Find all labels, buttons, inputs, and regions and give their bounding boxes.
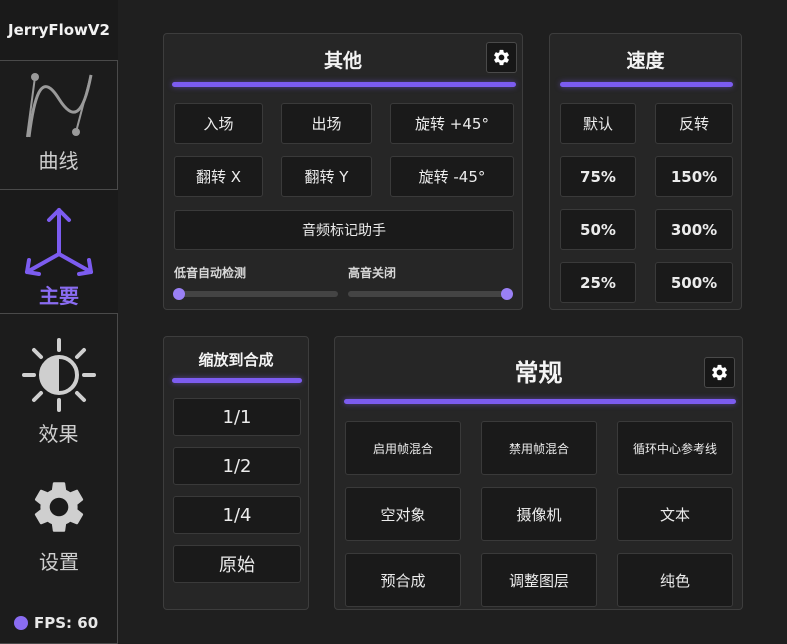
slider-label-treble: 高音关闭 [348,266,397,280]
arrows-icon [17,204,101,280]
sidebar-item-label: 效果 [38,422,79,446]
fit-1-2-button[interactable]: 1/2 [173,447,301,485]
fps-label: FPS: 60 [34,614,99,632]
panel-title: 缩放到合成 [198,351,274,369]
slider-label-bass: 低音自动检测 [174,266,247,280]
panel-title: 常规 [514,359,563,387]
gear-icon [28,476,90,542]
speed-150-button[interactable]: 150% [655,156,733,197]
panel-title: 速度 [626,50,665,72]
exit-button[interactable]: 出场 [281,103,372,144]
panel-accent-bar [172,82,516,87]
sidebar-item-main[interactable]: 主要 [0,200,118,310]
sidebar-item-settings[interactable]: 设置 [0,476,118,576]
general-settings-button[interactable] [704,357,735,388]
bass-slider-track[interactable] [176,291,338,297]
speed-300-button[interactable]: 300% [655,209,733,250]
panel-title: 其他 [323,50,362,72]
speed-50-button[interactable]: 50% [560,209,636,250]
speed-75-button[interactable]: 75% [560,156,636,197]
panel-other: 其他 入场 出场 旋转 +45° 翻转 X 翻转 Y 旋转 -45° 音频标记助… [163,33,523,310]
fit-original-button[interactable]: 原始 [173,545,301,583]
adjustment-layer-button[interactable]: 调整图层 [481,553,597,607]
contrast-sun-icon [21,338,96,416]
null-object-button[interactable]: 空对象 [345,487,461,541]
cycle-center-guide-button[interactable]: 循环中心参考线 [617,421,733,475]
other-settings-button[interactable] [486,42,517,73]
solid-button[interactable]: 纯色 [617,553,733,607]
sidebar-item-label: 曲线 [38,149,79,173]
panel-fit-to-comp: 缩放到合成 1/1 1/2 1/4 原始 [163,336,309,610]
panel-general: 常规 启用帧混合 禁用帧混合 循环中心参考线 空对象 摄像机 文本 预合成 调整… [334,336,743,610]
precompose-button[interactable]: 预合成 [345,553,461,607]
sidebar-item-label: 设置 [39,550,79,574]
rotate-minus-45-button[interactable]: 旋转 -45° [390,156,514,197]
rotate-plus-45-button[interactable]: 旋转 +45° [390,103,514,144]
speed-500-button[interactable]: 500% [655,262,733,303]
fps-indicator: FPS: 60 [14,614,98,632]
enable-frame-blend-button[interactable]: 启用帧混合 [345,421,461,475]
speed-default-button[interactable]: 默认 [560,103,636,144]
disable-frame-blend-button[interactable]: 禁用帧混合 [481,421,597,475]
fit-1-4-button[interactable]: 1/4 [173,496,301,534]
treble-slider-track[interactable] [348,291,510,297]
fit-1-1-button[interactable]: 1/1 [173,398,301,436]
speed-25-button[interactable]: 25% [560,262,636,303]
camera-button[interactable]: 摄像机 [481,487,597,541]
audio-marker-helper-button[interactable]: 音频标记助手 [174,210,514,250]
flip-y-button[interactable]: 翻转 Y [281,156,372,197]
panel-accent-bar [344,399,736,404]
curve-icon [19,69,99,145]
flip-x-button[interactable]: 翻转 X [174,156,263,197]
sidebar-item-label: 主要 [39,284,79,308]
fps-dot-icon [14,616,28,630]
panel-accent-bar [172,378,302,383]
sidebar-item-curve[interactable]: 曲线 [0,60,118,190]
text-button[interactable]: 文本 [617,487,733,541]
enter-button[interactable]: 入场 [174,103,263,144]
bass-slider-knob[interactable] [173,288,185,300]
speed-reverse-button[interactable]: 反转 [655,103,733,144]
gear-icon [494,49,509,66]
gear-icon [712,364,727,381]
app-title: JerryFlowV2 [8,21,110,39]
panel-accent-bar [560,82,733,87]
panel-speed: 速度 默认 反转 75% 150% 50% 300% 25% 500% [549,33,742,310]
treble-slider-knob[interactable] [501,288,513,300]
